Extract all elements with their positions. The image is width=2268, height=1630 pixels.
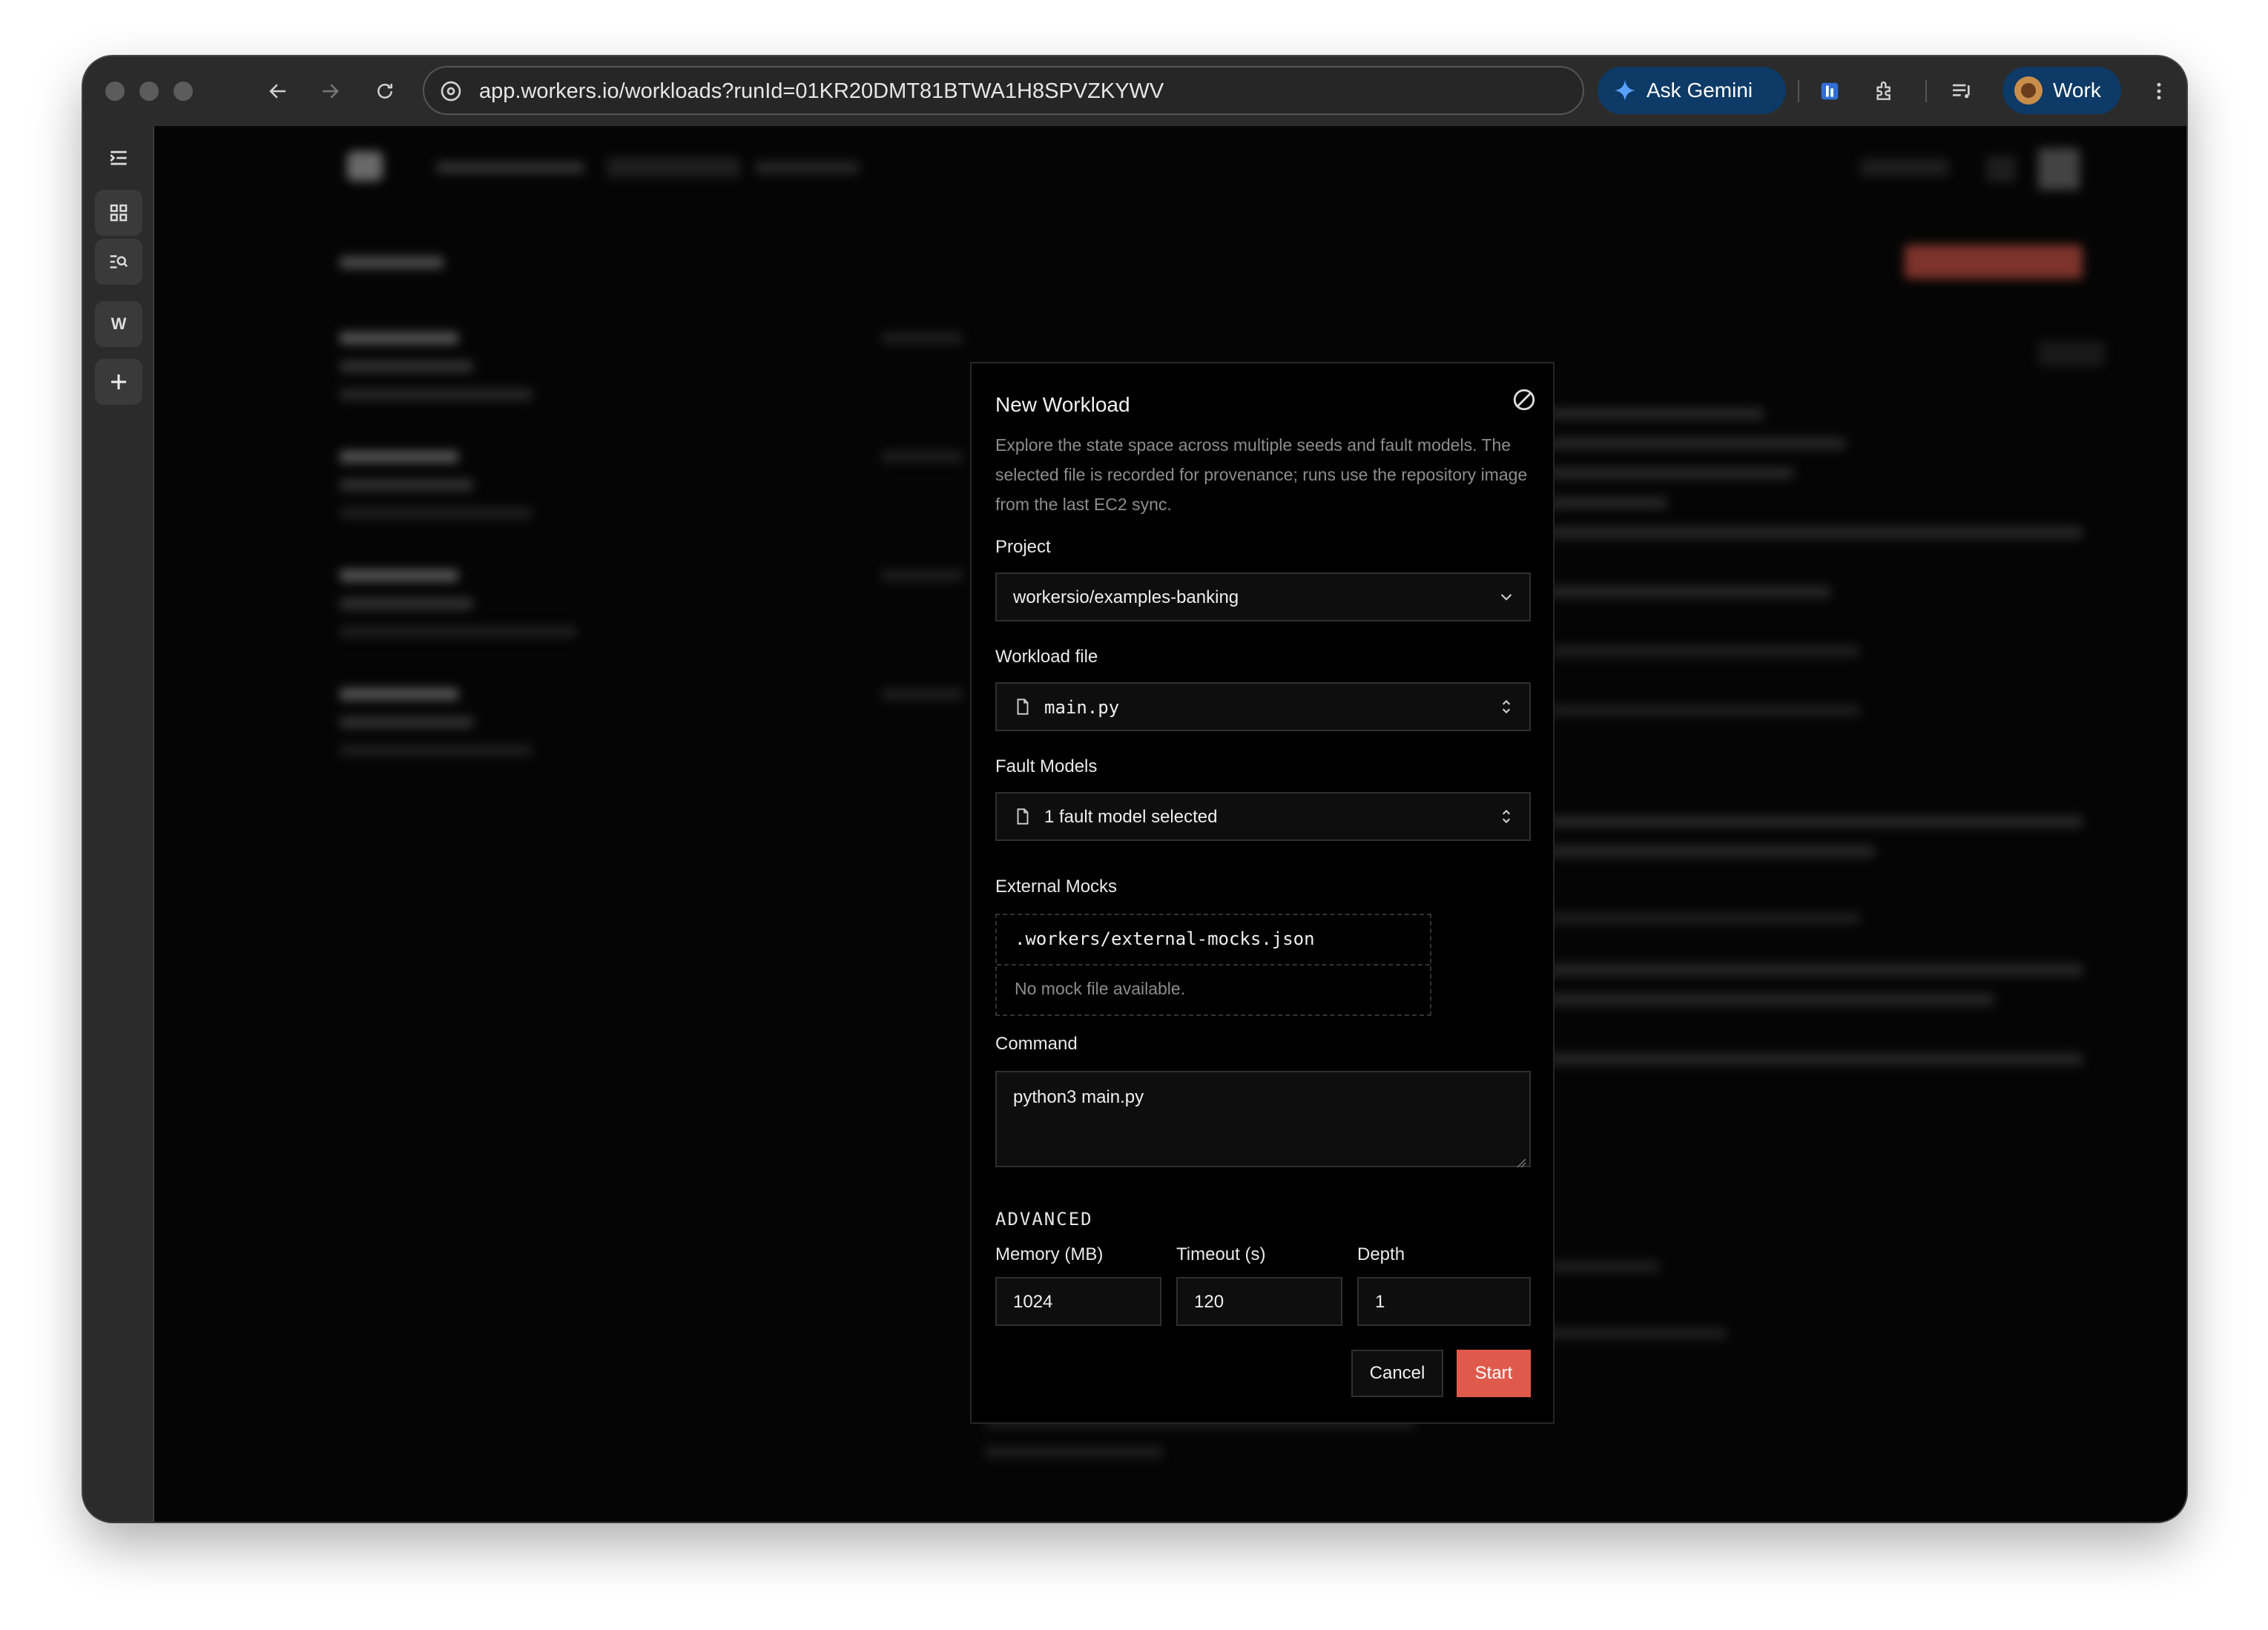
memory-value: 1024	[1013, 1292, 1053, 1312]
site-info-icon[interactable]	[439, 79, 463, 107]
puzzle-icon[interactable]	[1866, 73, 1903, 110]
browser-window: app.workers.io/workloads?runId=01KR20DMT…	[83, 56, 2186, 1522]
workload-file-value: main.py	[1044, 697, 1120, 718]
mocks-path: .workers/external-mocks.json	[1015, 928, 1315, 949]
project-value: workersio/examples-banking	[1013, 587, 1239, 607]
memory-input[interactable]: 1024	[995, 1277, 1161, 1326]
workload-file-select[interactable]: main.py	[995, 682, 1531, 731]
gemini-spark-icon	[1612, 78, 1638, 103]
grid-icon[interactable]	[95, 190, 142, 236]
sidebar-toggle-icon[interactable]	[95, 135, 142, 181]
minimize-window-dot[interactable]	[139, 82, 159, 101]
resize-handle-icon[interactable]	[1516, 1152, 1526, 1168]
updown-chevron-icon	[1497, 807, 1516, 831]
ask-gemini-label: Ask Gemini	[1646, 79, 1753, 102]
fault-models-value: 1 fault model selected	[1044, 807, 1218, 827]
kebab-menu-icon[interactable]	[2140, 73, 2178, 110]
timeout-input[interactable]: 120	[1176, 1277, 1342, 1326]
external-mocks-box: .workers/external-mocks.json No mock fil…	[995, 914, 1431, 1016]
external-mocks-label: External Mocks	[995, 877, 1118, 897]
close-window-dot[interactable]	[105, 82, 125, 101]
forward-arrow-icon[interactable]	[313, 74, 347, 108]
profile-button[interactable]: Work	[2002, 67, 2121, 114]
extension-icon[interactable]	[1811, 73, 1848, 110]
search-list-icon[interactable]	[95, 239, 142, 285]
new-workload-dialog: New Workload Explore the state space acr…	[970, 362, 1555, 1424]
left-rail: W	[83, 126, 154, 1522]
plus-icon[interactable]	[95, 359, 142, 405]
back-arrow-icon[interactable]	[261, 74, 295, 108]
dialog-title: New Workload	[995, 393, 1130, 416]
maximize-window-dot[interactable]	[174, 82, 193, 101]
avatar	[2014, 76, 2043, 105]
profile-label: Work	[2053, 79, 2101, 102]
memory-label: Memory (MB)	[995, 1244, 1104, 1264]
depth-label: Depth	[1357, 1244, 1405, 1264]
reload-icon[interactable]	[368, 74, 402, 108]
page-content: New Workload Explore the state space acr…	[154, 126, 2186, 1522]
close-icon[interactable]	[1512, 387, 1537, 412]
browser-toolbar: app.workers.io/workloads?runId=01KR20DMT…	[83, 56, 2186, 126]
project-select[interactable]: workersio/examples-banking	[995, 573, 1531, 621]
depth-value: 1	[1375, 1292, 1385, 1312]
workspace-letter: W	[111, 314, 127, 333]
dialog-description: Explore the state space across multiple …	[995, 435, 1528, 514]
mocks-status: No mock file available.	[1015, 979, 1186, 998]
fault-models-label: Fault Models	[995, 756, 1098, 776]
address-bar[interactable]: app.workers.io/workloads?runId=01KR20DMT…	[423, 66, 1584, 115]
command-value: python3 main.py	[1013, 1087, 1144, 1107]
mocks-divider	[997, 964, 1430, 966]
url-text[interactable]: app.workers.io/workloads?runId=01KR20DMT…	[479, 79, 1164, 104]
timeout-label: Timeout (s)	[1176, 1244, 1266, 1264]
timeout-value: 120	[1194, 1292, 1224, 1312]
cancel-button[interactable]: Cancel	[1351, 1350, 1443, 1397]
command-label: Command	[995, 1034, 1078, 1054]
updown-chevron-icon	[1497, 697, 1516, 722]
chevron-down-icon	[1497, 587, 1516, 612]
file-icon	[1013, 807, 1032, 831]
command-textarea[interactable]: python3 main.py	[995, 1071, 1531, 1168]
fault-models-select[interactable]: 1 fault model selected	[995, 792, 1531, 841]
workspace-avatar[interactable]: W	[95, 301, 142, 347]
depth-input[interactable]: 1	[1357, 1277, 1531, 1326]
project-label: Project	[995, 537, 1051, 557]
workload-file-label: Workload file	[995, 647, 1098, 667]
file-icon	[1013, 697, 1032, 722]
toolbar-divider	[1925, 80, 1927, 102]
advanced-heading: ADVANCED	[995, 1209, 1093, 1230]
media-queue-icon[interactable]	[1943, 73, 1980, 110]
start-button[interactable]: Start	[1457, 1350, 1531, 1397]
toolbar-divider	[1798, 80, 1799, 102]
ask-gemini-button[interactable]: Ask Gemini	[1598, 67, 1786, 114]
